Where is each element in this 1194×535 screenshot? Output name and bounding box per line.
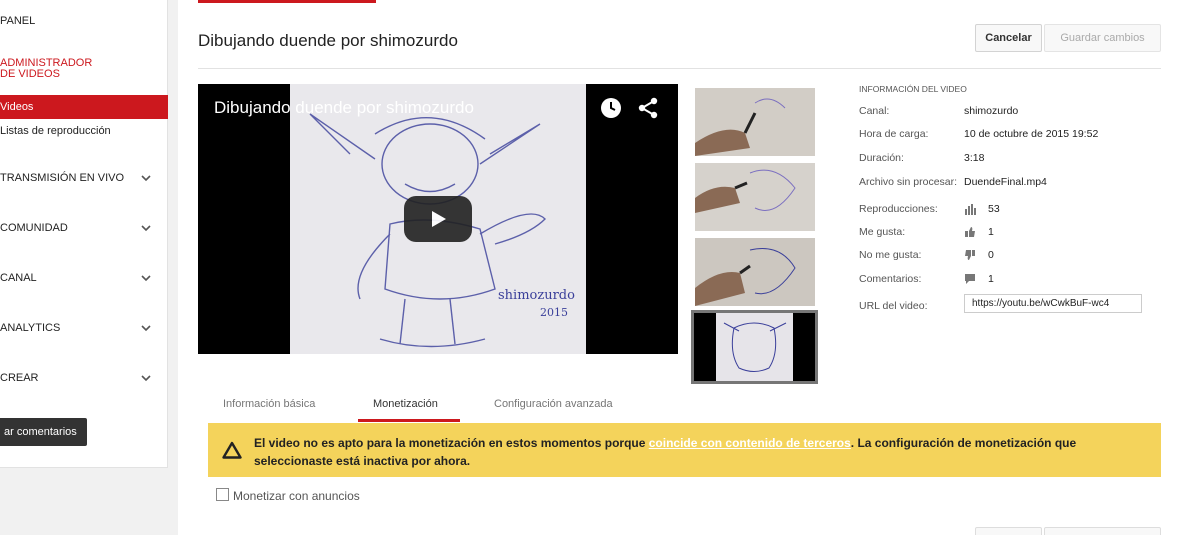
chevron-down-icon: [141, 275, 151, 282]
monetization-warning-banner: El video no es apto para la monetización…: [208, 423, 1161, 477]
sidebar-item-analytics[interactable]: ANALYTICS: [0, 321, 168, 335]
watch-later-icon[interactable]: [600, 97, 622, 119]
sidebar-item-label: PANEL: [0, 15, 36, 27]
views-text: 53: [988, 203, 1000, 215]
sidebar-item-label: COMUNIDAD: [0, 222, 68, 234]
bar-chart-icon: [965, 204, 976, 215]
warning-text: El video no es apto para la monetización…: [254, 434, 1134, 470]
upload-time-text: 10 de octubre de 2015 19:52: [964, 128, 1099, 140]
duration-label: Duración:: [859, 152, 904, 164]
sidebar-item-community[interactable]: COMUNIDAD: [0, 221, 168, 235]
thumbnail-image: [695, 238, 815, 306]
sidebar-item-video-manager[interactable]: ADMINISTRADOR DE VIDEOS: [0, 58, 110, 84]
third-party-content-link[interactable]: coincide con contenido de terceros: [649, 436, 851, 450]
video-url-label: URL del video:: [859, 300, 928, 312]
tab-basic-info[interactable]: Información básica: [223, 398, 315, 410]
sidebar-item-label: TRANSMISIÓN EN VIVO: [0, 172, 125, 184]
main-panel: Dibujando duende por shimozurdo Cancelar…: [178, 0, 1194, 535]
tab-monetization[interactable]: Monetización: [373, 398, 438, 410]
dislikes-label: No me gusta:: [859, 249, 922, 261]
share-icon[interactable]: [638, 97, 658, 119]
dislikes-value: 0: [964, 249, 994, 261]
feedback-button[interactable]: ar comentarios: [0, 418, 87, 446]
thumbnail-image: [716, 313, 793, 381]
views-value: 53: [964, 203, 1000, 215]
raw-file-label: Archivo sin procesar:: [859, 176, 958, 188]
page-title: Dibujando duende por shimozurdo: [198, 31, 458, 50]
comments-label: Comentarios:: [859, 273, 922, 285]
sidebar-item-live[interactable]: TRANSMISIÓN EN VIVO: [0, 171, 168, 185]
video-player[interactable]: shimozurdo 2015 Dibujando duende por shi…: [198, 84, 678, 354]
svg-text:shimozurdo: shimozurdo: [498, 288, 575, 303]
sidebar: PANEL ADMINISTRADOR DE VIDEOS Videos Lis…: [0, 0, 168, 468]
chevron-down-icon: [141, 375, 151, 382]
active-tab-indicator: [358, 419, 460, 422]
monetize-checkbox-label: Monetizar con anuncios: [233, 489, 360, 503]
thumbnail-image: [695, 88, 815, 156]
thumbnail-option-4-selected[interactable]: [691, 310, 818, 384]
warning-icon: [222, 441, 242, 459]
duration-value: 3:18: [964, 152, 984, 164]
comment-icon: [965, 274, 975, 284]
comments-text: 1: [988, 273, 994, 285]
sidebar-item-panel[interactable]: PANEL: [0, 14, 168, 28]
sidebar-item-label: CREAR: [0, 372, 39, 384]
chevron-down-icon: [141, 325, 151, 332]
sidebar-item-label: ANALYTICS: [0, 322, 61, 334]
save-button-bottom[interactable]: [1044, 527, 1161, 535]
monetize-checkbox[interactable]: [216, 488, 229, 501]
play-button[interactable]: [404, 196, 472, 242]
likes-label: Me gusta:: [859, 226, 906, 238]
play-icon: [432, 211, 446, 227]
warning-text-before: El video no es apto para la monetización…: [254, 436, 649, 450]
channel-text: shimozurdo: [964, 105, 1019, 117]
video-info-heading: INFORMACIÓN DEL VIDEO: [859, 84, 967, 94]
raw-file-value: DuendeFinal.mp4: [964, 176, 1047, 188]
sidebar-item-playlists[interactable]: Listas de reproducción: [0, 124, 168, 138]
dislikes-text: 0: [988, 249, 994, 261]
sidebar-item-label: Videos: [0, 101, 34, 113]
upload-time-label: Hora de carga:: [859, 128, 929, 140]
tab-advanced-settings[interactable]: Configuración avanzada: [494, 398, 613, 410]
cancel-button[interactable]: Cancelar: [975, 24, 1042, 52]
divider: [198, 68, 1161, 69]
chevron-down-icon: [141, 225, 151, 232]
upload-time-value: 10 de octubre de 2015 19:52: [964, 128, 1098, 140]
video-title: Dibujando duende por shimozurdo: [214, 98, 474, 117]
sidebar-item-create[interactable]: CREAR: [0, 371, 168, 385]
active-top-tab-indicator: [198, 0, 376, 3]
thumbnail-option-3[interactable]: [695, 238, 815, 306]
duration-text: 3:18: [964, 152, 985, 164]
thumbnail-option-2[interactable]: [695, 163, 815, 231]
channel-value: shimozurdo: [964, 105, 1018, 117]
sidebar-item-videos[interactable]: Videos: [0, 95, 168, 119]
cancel-button-bottom[interactable]: [975, 527, 1042, 535]
thumbs-up-icon: [965, 227, 975, 237]
views-label: Reproducciones:: [859, 203, 938, 215]
sidebar-item-label: ADMINISTRADOR DE VIDEOS: [0, 57, 93, 80]
thumbnail-image: [695, 163, 815, 231]
chevron-down-icon: [141, 175, 151, 182]
video-url-input[interactable]: [964, 294, 1142, 313]
sidebar-item-channel[interactable]: CANAL: [0, 271, 168, 285]
thumbs-down-icon: [965, 250, 975, 260]
sidebar-item-label: Listas de reproducción: [0, 125, 111, 137]
likes-value: 1: [964, 226, 994, 238]
channel-label: Canal:: [859, 105, 890, 117]
comments-value: 1: [964, 273, 994, 285]
raw-file-text: DuendeFinal.mp4: [964, 176, 1047, 188]
likes-text: 1: [988, 226, 994, 238]
thumbnail-option-1[interactable]: [695, 88, 815, 156]
svg-text:2015: 2015: [540, 306, 568, 319]
save-button[interactable]: Guardar cambios: [1044, 24, 1161, 52]
sidebar-item-label: CANAL: [0, 272, 37, 284]
